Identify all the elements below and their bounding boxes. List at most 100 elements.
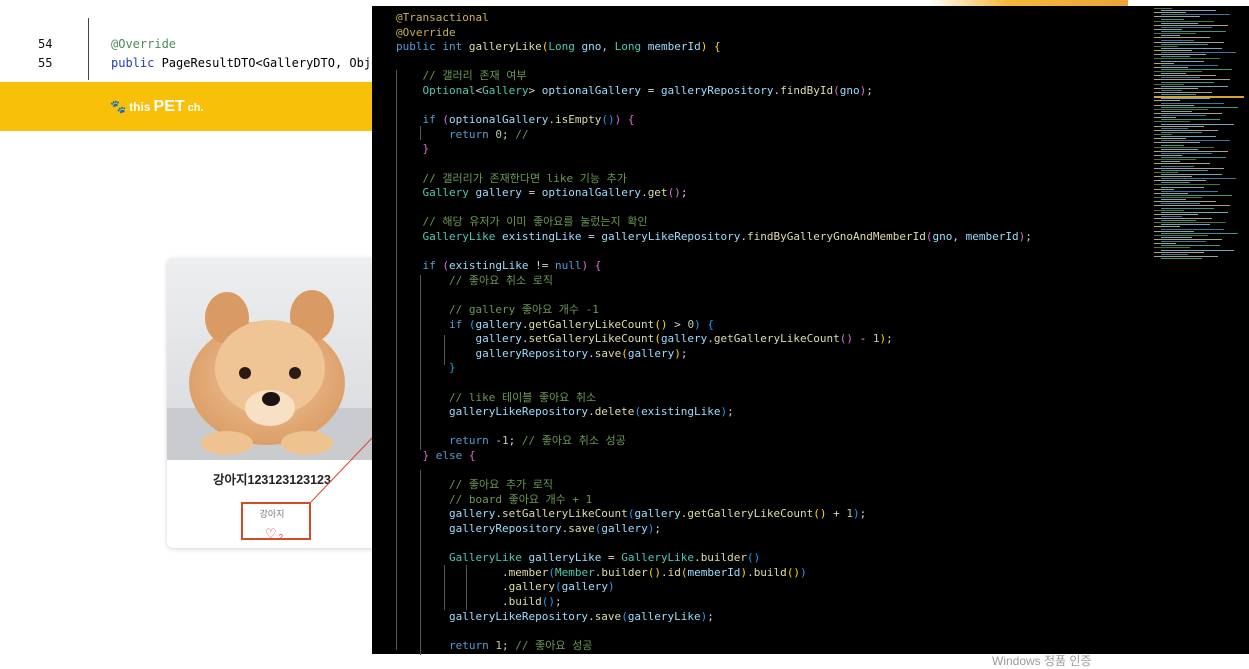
minimap-line	[1154, 87, 1198, 89]
code-token: ;	[501, 127, 516, 141]
minimap-line	[1154, 117, 1176, 119]
minimap-line	[1154, 24, 1228, 26]
minimap-line	[1161, 131, 1202, 133]
minimap-line	[1161, 215, 1182, 217]
gallery-card-title[interactable]: 강아지123123123123	[167, 469, 377, 488]
minimap-line	[1154, 8, 1172, 9]
minimap-line	[1161, 207, 1214, 209]
minimap-line	[1161, 102, 1224, 104]
code-token: return	[448, 434, 496, 448]
code-line: 54 @Override	[0, 37, 372, 55]
editor-minimap[interactable]	[1154, 8, 1244, 268]
code-token: ,	[601, 40, 615, 54]
minimap-viewport-marker	[1154, 96, 1244, 98]
indent-guide	[420, 470, 421, 655]
minimap-line	[1161, 73, 1186, 75]
code-token: (	[442, 259, 449, 273]
code-token: .	[588, 346, 595, 360]
minimap-line	[1161, 81, 1214, 83]
code-token: if	[422, 113, 443, 127]
minimap-line	[1161, 106, 1238, 108]
minimap-line	[1161, 199, 1186, 201]
minimap-line	[1161, 110, 1192, 112]
code-token: ;	[866, 84, 873, 97]
code-line: return 1; // 좋아요 성공	[396, 639, 592, 653]
code-line: return 0; //	[396, 128, 528, 142]
minimap-line	[1154, 234, 1208, 236]
code-token: (	[554, 580, 562, 594]
code-token: ;	[508, 434, 522, 448]
minimap-line	[1154, 213, 1198, 215]
code-token: build	[508, 595, 542, 608]
code-token: galleryLikeRepository	[601, 230, 741, 243]
minimap-line	[1154, 218, 1212, 219]
code-line: GalleryLike galleryLike = GalleryLike.bu…	[396, 551, 760, 565]
code-token: .	[548, 113, 555, 127]
code-token: galleryRepository	[448, 522, 562, 535]
minimap-line	[1154, 83, 1184, 85]
minimap-line	[1161, 161, 1180, 163]
code-token: existingLike	[641, 405, 721, 419]
minimap-line	[1161, 64, 1218, 66]
minimap-line	[1154, 104, 1194, 106]
code-token: save	[568, 522, 595, 535]
site-logo[interactable]: 🐾 this PET ch.	[110, 98, 204, 116]
minimap-line	[1154, 251, 1204, 253]
minimap-line	[1161, 224, 1210, 226]
code-line: // board 좋아요 개수 + 1	[396, 493, 592, 507]
code-line: gallery.setGalleryLikeCount(gallery.getG…	[396, 507, 866, 521]
minimap-line	[1154, 113, 1222, 114]
code-token: gallery	[601, 522, 648, 535]
line-number: 55	[38, 56, 53, 70]
indent-guide	[420, 126, 421, 140]
puppy-photo[interactable]	[167, 258, 377, 460]
code-token: Member	[554, 565, 595, 579]
minimap-line	[1161, 169, 1208, 171]
code-token: build	[753, 565, 787, 579]
code-token: // 좋아요 취소 성공	[521, 434, 626, 448]
code-token: if	[422, 259, 443, 273]
minimap-line	[1154, 45, 1178, 47]
indent-guide	[444, 335, 445, 365]
code-line: public int galleryLike(Long gno, Long me…	[396, 40, 721, 54]
code-token: existingLike	[501, 230, 582, 243]
code-token: galleryLikeRepository	[448, 405, 589, 419]
code-text: public PageResultDTO<GalleryDTO, Obje	[111, 56, 379, 70]
code-token: {	[594, 259, 602, 273]
minimap-line	[1154, 142, 1200, 144]
minimap-line	[1154, 176, 1192, 177]
minimap-line	[1161, 157, 1226, 159]
minimap-line	[1161, 232, 1238, 234]
code-token: @Transactional	[396, 11, 489, 24]
code-token: )	[853, 507, 860, 521]
minimap-line	[1154, 54, 1206, 56]
code-token: gallery	[627, 346, 675, 360]
code-token: )	[607, 580, 615, 594]
minimap-line	[1161, 241, 1206, 243]
minimap-line	[1154, 247, 1190, 249]
minimap-line	[1154, 71, 1202, 72]
minimap-line	[1154, 226, 1180, 228]
minimap-line	[1161, 186, 1204, 188]
code-token: )	[694, 317, 701, 331]
minimap-line	[1154, 37, 1210, 39]
indent-guide	[396, 70, 397, 650]
code-token: (	[833, 84, 840, 97]
code-token: memberId	[647, 40, 701, 54]
code-token: .	[660, 565, 668, 579]
minimap-line	[1161, 22, 1198, 24]
code-token: }	[422, 142, 430, 156]
code-token: )	[800, 565, 807, 579]
minimap-line	[1154, 79, 1230, 81]
minimap-line	[1161, 26, 1212, 28]
code-line: }	[396, 142, 430, 156]
code-token: .	[588, 405, 595, 419]
minimap-line	[1154, 12, 1186, 14]
code-line: galleryRepository.save(gallery);	[396, 522, 661, 536]
